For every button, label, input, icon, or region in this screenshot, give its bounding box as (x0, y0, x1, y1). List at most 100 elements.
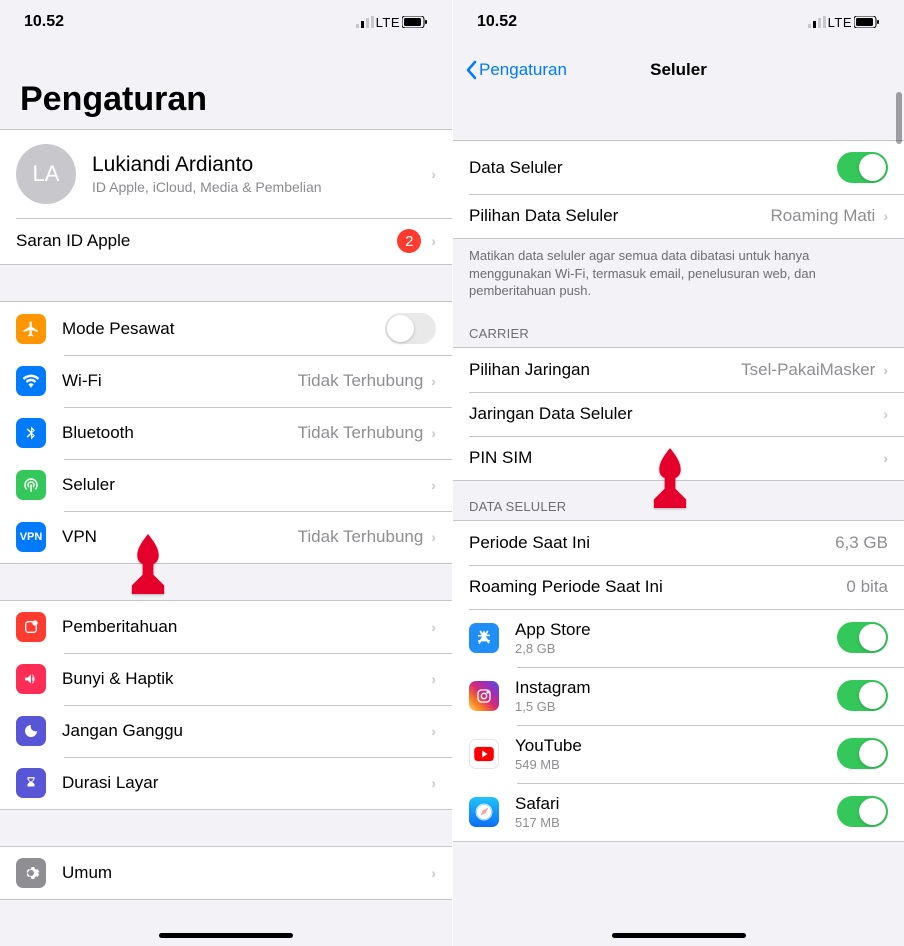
current-period-row[interactable]: Periode Saat Ini 6,3 GB (453, 521, 904, 565)
chevron-right-icon: › (431, 425, 436, 441)
app-usage-row[interactable]: App Store2,8 GB (453, 609, 904, 667)
nav-bar: Pengaturan Seluler (453, 44, 904, 96)
chevron-right-icon: › (431, 723, 436, 739)
app-name: App Store (515, 620, 837, 640)
scrollbar-thumb[interactable] (896, 92, 902, 144)
safari-icon (469, 797, 499, 827)
chevron-right-icon: › (883, 450, 888, 466)
chevron-left-icon (465, 60, 477, 80)
general-row[interactable]: Umum › (0, 847, 452, 899)
app-name: Instagram (515, 678, 837, 698)
cellular-data-row[interactable]: Data Seluler (453, 141, 904, 194)
home-indicator[interactable] (159, 933, 293, 938)
app-size: 549 MB (515, 757, 837, 772)
notifications-row[interactable]: Pemberitahuan › (0, 601, 452, 653)
app-usage-row[interactable]: Safari517 MB (453, 783, 904, 841)
network-selection-row[interactable]: Pilihan Jaringan Tsel-PakaiMasker › (453, 348, 904, 392)
row-label: Saran ID Apple (16, 231, 397, 251)
app-data-toggle[interactable] (837, 622, 888, 653)
cellular-row[interactable]: Seluler › (0, 459, 452, 511)
app-size: 517 MB (515, 815, 837, 830)
chevron-right-icon: › (431, 233, 436, 249)
app-usage-row[interactable]: YouTube549 MB (453, 725, 904, 783)
row-label: Mode Pesawat (62, 319, 385, 339)
dnd-row[interactable]: Jangan Ganggu › (0, 705, 452, 757)
sounds-row[interactable]: Bunyi & Haptik › (0, 653, 452, 705)
row-label: Wi-Fi (62, 371, 298, 391)
row-label: PIN SIM (469, 448, 883, 468)
status-right: LTE (356, 15, 428, 30)
sounds-icon (16, 664, 46, 694)
row-label: Pemberitahuan (62, 617, 431, 637)
row-label: Durasi Layar (62, 773, 431, 793)
notifications-group: Pemberitahuan › Bunyi & Haptik › Jangan … (0, 600, 452, 810)
app-name: YouTube (515, 736, 837, 756)
chevron-right-icon: › (431, 477, 436, 493)
gear-icon (16, 858, 46, 888)
moon-icon (16, 716, 46, 746)
airplane-toggle[interactable] (385, 313, 436, 344)
status-network: LTE (376, 15, 400, 30)
general-group: Umum › (0, 846, 452, 900)
wifi-icon (16, 366, 46, 396)
avatar-initials: LA (33, 161, 60, 187)
airplane-mode-row[interactable]: Mode Pesawat (0, 302, 452, 355)
back-button[interactable]: Pengaturan (465, 60, 567, 80)
connectivity-group: Mode Pesawat Wi-Fi Tidak Terhubung › Blu… (0, 301, 452, 564)
page-title: Pengaturan (0, 44, 452, 129)
status-bar: 10.52 LTE (453, 0, 904, 44)
battery-icon (854, 16, 880, 28)
status-bar: 10.52 LTE (0, 0, 452, 44)
data-usage-header: DATA SELULER (453, 481, 904, 520)
cellular-icon (16, 470, 46, 500)
appstore-icon (469, 623, 499, 653)
row-detail: Tidak Terhubung (298, 527, 424, 547)
cellular-data-group: Data Seluler Pilihan Data Seluler Roamin… (453, 140, 904, 239)
row-detail: 6,3 GB (835, 533, 888, 553)
app-usage-row[interactable]: Instagram1,5 GB (453, 667, 904, 725)
bluetooth-icon (16, 418, 46, 448)
row-label: Pilihan Data Seluler (469, 206, 770, 226)
roaming-period-row[interactable]: Roaming Periode Saat Ini 0 bita (453, 565, 904, 609)
data-options-row[interactable]: Pilihan Data Seluler Roaming Mati › (453, 194, 904, 238)
vpn-icon: VPN (16, 522, 46, 552)
chevron-right-icon: › (431, 775, 436, 791)
settings-root-screen: 10.52 LTE Pengaturan LA Lukiandi Ardiant… (0, 0, 452, 946)
app-data-toggle[interactable] (837, 680, 888, 711)
sim-pin-row[interactable]: PIN SIM › (453, 436, 904, 480)
app-data-toggle[interactable] (837, 796, 888, 827)
row-detail: Tidak Terhubung (298, 371, 424, 391)
youtube-icon (469, 739, 499, 769)
back-label: Pengaturan (479, 60, 567, 80)
row-label: Roaming Periode Saat Ini (469, 577, 846, 597)
chevron-right-icon: › (431, 619, 436, 635)
row-label: Bunyi & Haptik (62, 669, 431, 689)
row-label: Pilihan Jaringan (469, 360, 741, 380)
chevron-right-icon: › (431, 529, 436, 545)
row-label: VPN (62, 527, 298, 547)
row-detail: Tsel-PakaiMasker (741, 360, 875, 380)
home-indicator[interactable] (612, 933, 746, 938)
apple-id-row[interactable]: LA Lukiandi Ardianto ID Apple, iCloud, M… (0, 130, 452, 218)
row-label: Periode Saat Ini (469, 533, 835, 553)
cellular-data-network-row[interactable]: Jaringan Data Seluler › (453, 392, 904, 436)
airplane-icon (16, 314, 46, 344)
row-label: Bluetooth (62, 423, 298, 443)
chevron-right-icon: › (431, 671, 436, 687)
profile-sub: ID Apple, iCloud, Media & Pembelian (92, 179, 431, 195)
avatar: LA (16, 144, 76, 204)
cellular-data-toggle[interactable] (837, 152, 888, 183)
badge-count: 2 (397, 229, 421, 253)
wifi-row[interactable]: Wi-Fi Tidak Terhubung › (0, 355, 452, 407)
apple-id-suggestions-row[interactable]: Saran ID Apple 2 › (0, 218, 452, 264)
carrier-header: CARRIER (453, 308, 904, 347)
cellular-signal-icon (808, 16, 826, 28)
chevron-right-icon: › (431, 166, 436, 182)
row-label: Seluler (62, 475, 431, 495)
carrier-group: Pilihan Jaringan Tsel-PakaiMasker › Jari… (453, 347, 904, 481)
app-data-toggle[interactable] (837, 738, 888, 769)
screentime-row[interactable]: Durasi Layar › (0, 757, 452, 809)
app-size: 2,8 GB (515, 641, 837, 656)
bluetooth-row[interactable]: Bluetooth Tidak Terhubung › (0, 407, 452, 459)
vpn-row[interactable]: VPN VPN Tidak Terhubung › (0, 511, 452, 563)
